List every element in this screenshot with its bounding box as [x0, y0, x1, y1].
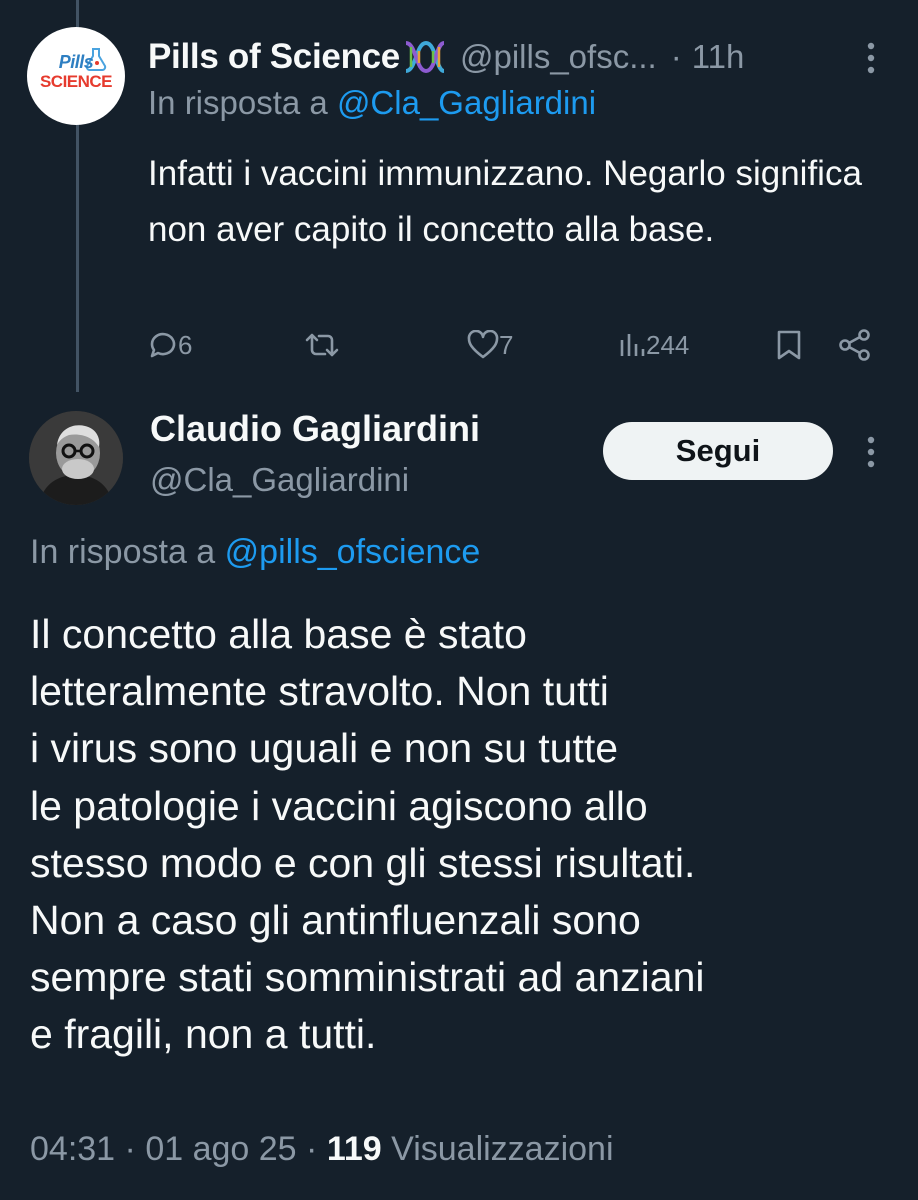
dna-icon	[402, 37, 448, 77]
author-name[interactable]: Pills of Science	[148, 37, 400, 77]
tweet-text-line: letteralmente stravolto. Non tutti	[30, 668, 609, 715]
avatar-logo-line2: SCIENCE	[39, 72, 113, 91]
tweet-text-line: Il concetto alla base è stato	[30, 611, 527, 657]
tweet-text-line: i virus sono uguali e non su tutte	[30, 725, 619, 772]
follow-button[interactable]: Segui	[603, 422, 833, 480]
repost-icon	[305, 333, 339, 357]
more-options-icon[interactable]	[858, 38, 884, 78]
reply-author-row: Pills of Science @pills_ofsc... · 11h	[148, 34, 744, 80]
repost-button[interactable]	[303, 322, 341, 368]
person-photo	[29, 411, 123, 505]
bookmark-button[interactable]	[775, 322, 803, 368]
tweet-text-line: le patologie i vaccini agiscono allo	[30, 782, 648, 829]
views-button[interactable]: 244	[618, 322, 689, 368]
tweet-text-line: e fragili, non a tutti.	[30, 1011, 377, 1058]
more-options-icon[interactable]	[858, 432, 884, 472]
separator-dot: ·	[306, 1130, 318, 1168]
tweet-text: Infatti i vaccini immunizzano. Negarlo s…	[148, 154, 862, 249]
heart-icon	[467, 330, 499, 359]
author-handle[interactable]: @pills_ofsc...	[460, 38, 657, 76]
author-handle[interactable]: @Cla_Gagliardini	[150, 461, 409, 499]
tweet-text-line: Non a caso gli antinfluenzali sono	[30, 897, 641, 944]
reply-icon	[150, 332, 176, 358]
views-count: 119	[326, 1130, 382, 1168]
post-time[interactable]: 04:31	[30, 1130, 115, 1168]
reply-context: In risposta a @Cla_Gagliardini	[148, 84, 596, 122]
views-label: Visualizzazioni	[391, 1130, 614, 1168]
separator-dot: ·	[124, 1130, 136, 1168]
like-button[interactable]: 7	[467, 322, 513, 368]
tweet-metadata: 04:31 · 01 ago 25 · 119 Visualizzazioni	[30, 1130, 614, 1169]
action-bar: 6 7 244	[0, 322, 918, 368]
reply-button[interactable]: 6	[148, 322, 192, 368]
avatar-pills-of-science[interactable]: Pills SCIENCE	[27, 27, 125, 125]
mention-link[interactable]: @Cla_Gagliardini	[337, 84, 596, 121]
share-button[interactable]	[838, 322, 872, 368]
separator-dot: ·	[670, 38, 682, 75]
views-chart-icon	[620, 334, 645, 356]
avatar-claudio-gagliardini[interactable]	[29, 411, 123, 505]
bookmark-icon	[777, 330, 801, 360]
reply-prefix: In risposta a	[30, 533, 216, 571]
mention-link[interactable]: @pills_ofscience	[225, 533, 481, 571]
reply-context: In risposta a @pills_ofscience	[30, 533, 480, 572]
share-icon	[839, 329, 870, 361]
author-name[interactable]: Claudio Gagliardini	[150, 408, 480, 450]
reply-count: 6	[178, 329, 193, 360]
tweet-text-line: stesso modo e con gli stessi risultati.	[30, 839, 696, 886]
tweet-text-line: sempre stati somministrati ad anziani	[30, 954, 705, 1001]
avatar-logo-line1: Pills	[58, 52, 94, 72]
tweet-text: Il concetto alla base è stato letteralme…	[30, 606, 900, 1064]
like-count: 7	[499, 329, 514, 360]
timestamp[interactable]: 11h	[692, 38, 745, 76]
views-count: 244	[646, 329, 690, 360]
post-date[interactable]: 01 ago 25	[145, 1130, 296, 1168]
reply-prefix: In risposta a	[148, 84, 328, 121]
